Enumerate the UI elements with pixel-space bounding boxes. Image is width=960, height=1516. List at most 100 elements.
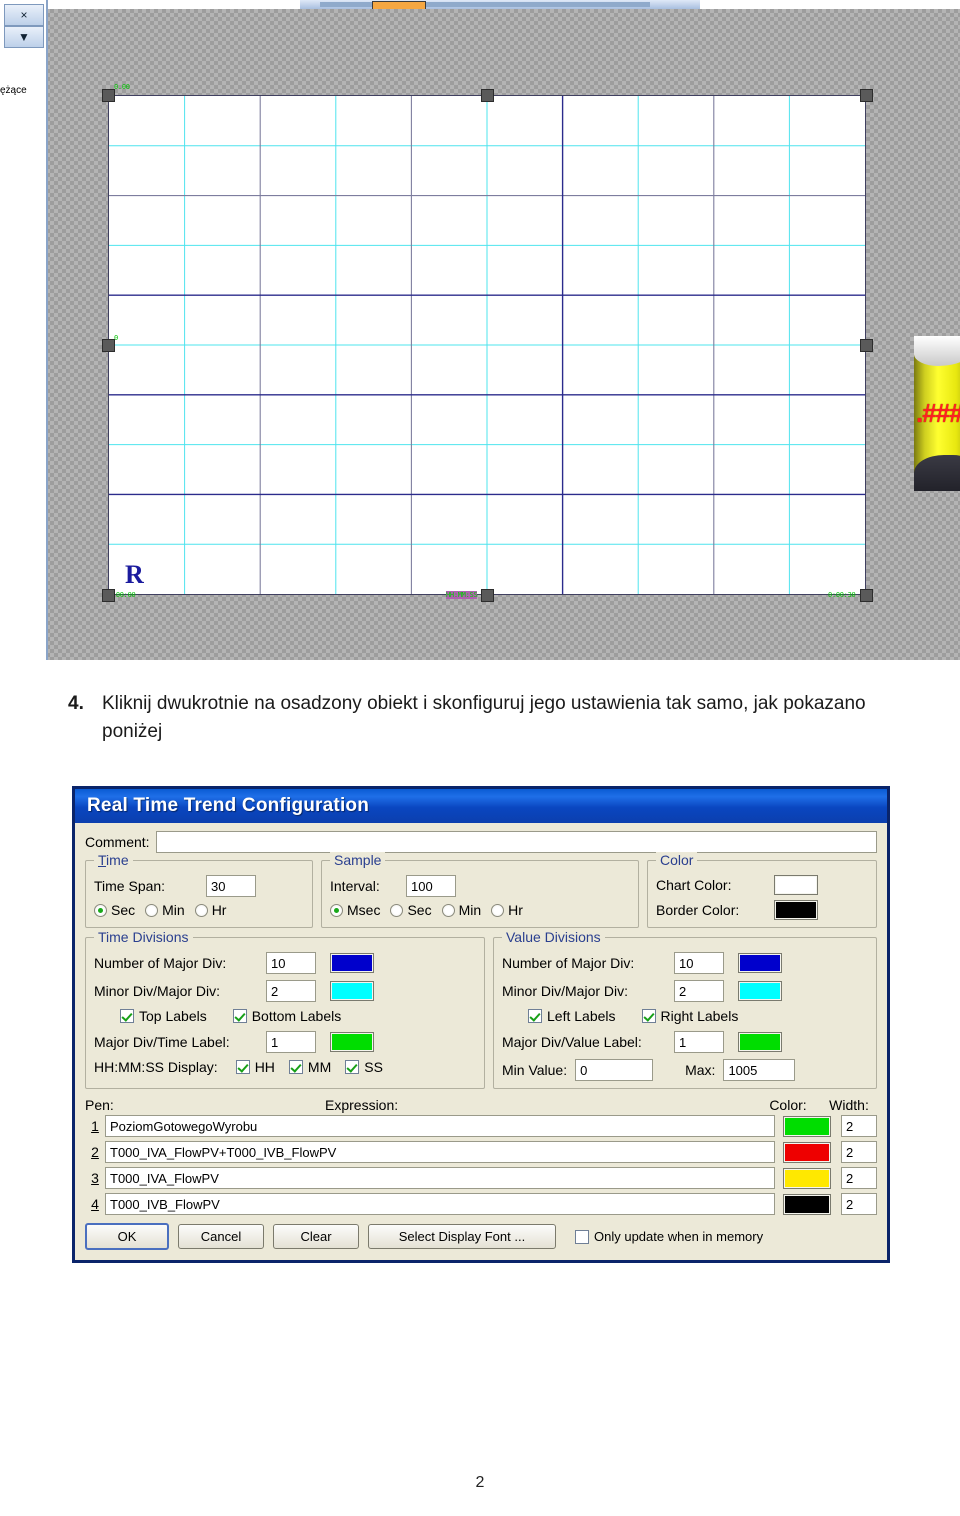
- td-major-label: Number of Major Div:: [94, 955, 227, 971]
- table-row: 1: [85, 1115, 877, 1137]
- pen-table-header: Pen: Expression: Color: Width:: [85, 1097, 877, 1113]
- left-labels-checkbox[interactable]: Left Labels: [528, 1008, 616, 1024]
- pen-color-swatch[interactable]: [783, 1141, 831, 1163]
- hh-label: HH: [254, 1059, 275, 1075]
- right-labels-label: Right Labels: [660, 1008, 739, 1024]
- pen-number: 3: [91, 1170, 99, 1186]
- chevron-down-icon[interactable]: ▼: [4, 26, 44, 48]
- checkbox-icon: [641, 1009, 656, 1023]
- pen-color-swatch[interactable]: [783, 1167, 831, 1189]
- chart-color-label: Chart Color:: [656, 877, 732, 893]
- clear-button[interactable]: Clear: [273, 1224, 359, 1249]
- sample-unit-msec[interactable]: Msec: [330, 902, 380, 918]
- time-unit-sec[interactable]: Sec: [94, 902, 135, 918]
- pen-number: 4: [91, 1196, 99, 1212]
- time-unit-hr[interactable]: Hr: [194, 902, 227, 918]
- time-groupbox: Time Time Span: Sec Min: [85, 852, 313, 928]
- pen-expression-input[interactable]: [105, 1141, 775, 1163]
- only-update-checkbox[interactable]: Only update when in memory: [575, 1229, 763, 1244]
- vd-major-color-swatch[interactable]: [738, 953, 782, 973]
- pen-expression-input[interactable]: [105, 1193, 775, 1215]
- table-row: 2: [85, 1141, 877, 1163]
- left-side-panel: × ▼ ężące: [0, 0, 48, 660]
- ss-checkbox[interactable]: SS: [345, 1059, 383, 1075]
- comment-input[interactable]: [155, 831, 877, 853]
- border-color-swatch[interactable]: [774, 900, 818, 920]
- page-number: 2: [475, 1474, 485, 1491]
- checkbox-icon: [575, 1229, 589, 1244]
- tank-gauge-graphic: .###: [914, 336, 960, 491]
- checkbox-icon: [288, 1060, 303, 1074]
- select-display-font-button[interactable]: Select Display Font ...: [368, 1224, 556, 1249]
- selection-handle-top-center[interactable]: [481, 89, 494, 102]
- vd-label-div-label: Major Div/Value Label:: [502, 1034, 642, 1050]
- left-panel-partial-text: ężące: [0, 85, 27, 96]
- radio-icon: [441, 903, 455, 917]
- instruction-paragraph: 4. Kliknij dwukrotnie na osadzony obiekt…: [68, 690, 918, 745]
- vd-minor-color-swatch[interactable]: [738, 981, 782, 1001]
- chart-color-swatch[interactable]: [774, 875, 818, 895]
- vd-minor-input[interactable]: [674, 980, 724, 1002]
- trend-corner-letter: R: [125, 560, 144, 589]
- selection-handle-mid-left[interactable]: [102, 339, 115, 352]
- right-labels-checkbox[interactable]: Right Labels: [641, 1008, 739, 1024]
- dialog-titlebar: Real Time Trend Configuration: [75, 789, 887, 823]
- time-unit-hr-label: Hr: [211, 902, 227, 918]
- td-major-input[interactable]: [266, 952, 316, 974]
- vd-major-input[interactable]: [674, 952, 724, 974]
- trend-top-left-label: 0.00: [114, 83, 130, 91]
- time-unit-min[interactable]: Min: [145, 902, 185, 918]
- time-divisions-groupbox: Time Divisions Number of Major Div: Mino…: [85, 929, 485, 1089]
- td-major-color-swatch[interactable]: [330, 953, 374, 973]
- sample-group-title: Sample: [330, 852, 386, 868]
- interval-input[interactable]: [406, 875, 456, 897]
- sample-unit-sec[interactable]: Sec: [390, 902, 432, 918]
- td-minor-input[interactable]: [266, 980, 316, 1002]
- selection-handle-mid-right[interactable]: [860, 339, 873, 352]
- pen-width-input[interactable]: [841, 1193, 877, 1215]
- radio-icon: [194, 903, 208, 917]
- mm-checkbox[interactable]: MM: [288, 1059, 331, 1075]
- pen-color-swatch[interactable]: [783, 1193, 831, 1215]
- pen-color-swatch[interactable]: [783, 1115, 831, 1137]
- selection-handle-bottom-center[interactable]: [481, 589, 494, 602]
- selection-handle-top-left[interactable]: [102, 89, 115, 102]
- realtime-trend-object[interactable]: R: [108, 95, 866, 595]
- cancel-button[interactable]: Cancel: [178, 1224, 264, 1249]
- td-minor-color-swatch[interactable]: [330, 981, 374, 1001]
- selection-handle-bottom-left[interactable]: [102, 589, 115, 602]
- time-span-input[interactable]: [206, 875, 256, 897]
- sample-unit-min[interactable]: Min: [441, 902, 481, 918]
- time-unit-sec-label: Sec: [111, 902, 136, 918]
- hh-checkbox[interactable]: HH: [235, 1059, 275, 1075]
- vd-label-color-swatch[interactable]: [738, 1032, 782, 1052]
- sample-unit-sec-label: Sec: [407, 902, 432, 918]
- td-label-color-swatch[interactable]: [330, 1032, 374, 1052]
- pen-width-input[interactable]: [841, 1141, 877, 1163]
- pen-width-input[interactable]: [841, 1167, 877, 1189]
- max-value-input[interactable]: [723, 1059, 796, 1081]
- trend-bottom-right-label: 0:00:30: [828, 591, 856, 599]
- min-value-input[interactable]: [575, 1059, 654, 1081]
- vd-label-div-input[interactable]: [674, 1031, 724, 1053]
- selection-handle-bottom-right[interactable]: [860, 589, 873, 602]
- bottom-labels-checkbox[interactable]: Bottom Labels: [232, 1008, 341, 1024]
- pen-header-label: Pen:: [85, 1097, 114, 1113]
- top-labels-checkbox[interactable]: Top Labels: [120, 1008, 207, 1024]
- pen-expression-input[interactable]: [105, 1115, 775, 1137]
- max-value-label: Max:: [685, 1062, 716, 1078]
- ok-button[interactable]: OK: [85, 1223, 169, 1250]
- sample-unit-hr-label: Hr: [508, 902, 523, 918]
- editor-canvas: R 0.00 0 0:00:00 HH:MM:SS 0:00:30 .###: [46, 9, 960, 660]
- pen-width-input[interactable]: [841, 1115, 877, 1137]
- selection-handle-top-right[interactable]: [860, 89, 873, 102]
- table-row: 4: [85, 1193, 877, 1215]
- radio-icon: [94, 903, 107, 917]
- pen-expression-input[interactable]: [105, 1167, 775, 1189]
- td-label-div-input[interactable]: [266, 1031, 316, 1053]
- expression-header-label: Expression:: [325, 1097, 399, 1113]
- close-icon[interactable]: ×: [4, 4, 44, 26]
- comment-label: Comment:: [85, 834, 150, 850]
- left-labels-label: Left Labels: [547, 1008, 616, 1024]
- sample-unit-hr[interactable]: Hr: [491, 902, 523, 918]
